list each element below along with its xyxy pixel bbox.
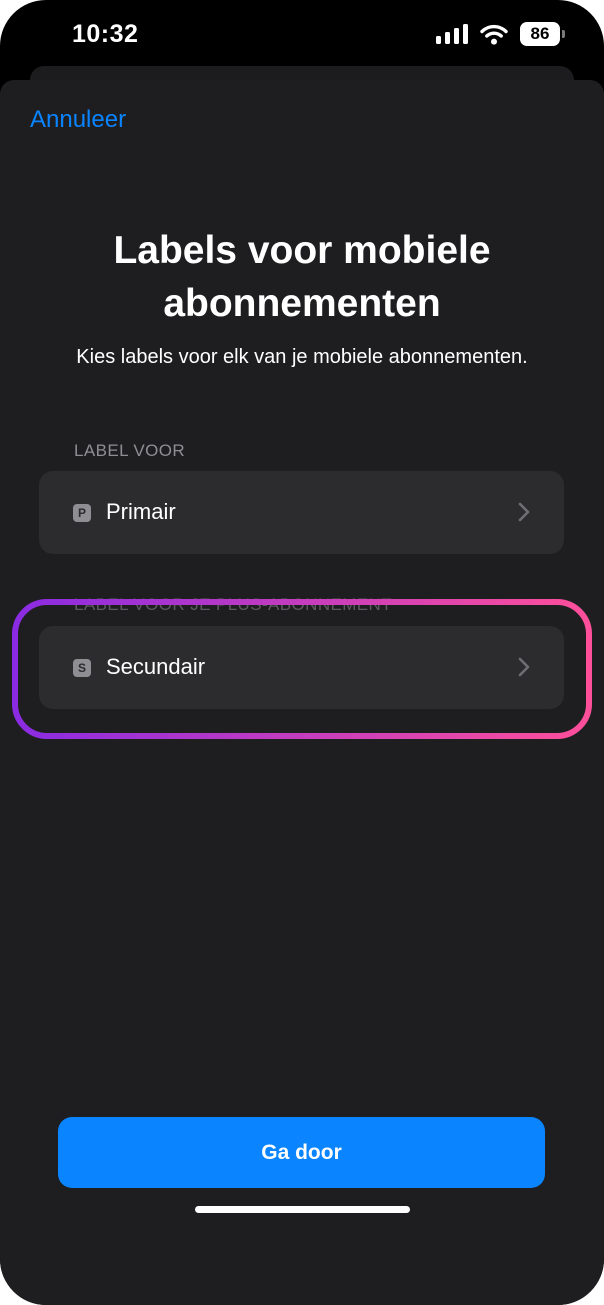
- continue-button[interactable]: Ga door: [58, 1117, 545, 1188]
- section-header-label-voor: LABEL VOOR: [74, 441, 186, 460]
- status-icons: 86: [436, 22, 565, 46]
- modal-sheet: Annuleer Labels voor mobiele abonnemente…: [0, 80, 604, 1305]
- cellular-signal-icon: [436, 24, 468, 44]
- plan-label: Primair: [106, 499, 176, 524]
- plan-label-row-secondary[interactable]: S Secundair: [39, 626, 564, 709]
- phone-screen: 10:32 86 Annuleer Labels voor mobiele ab…: [0, 0, 604, 1305]
- section-header-plus-abonnement: LABEL VOOR JE PLUS-ABONNEMENT: [74, 595, 392, 614]
- cancel-button[interactable]: Annuleer: [30, 106, 126, 134]
- chevron-right-icon: [518, 502, 530, 522]
- plan-badge-icon: P: [73, 504, 91, 522]
- battery-indicator: 86: [520, 22, 565, 46]
- wifi-icon: [480, 24, 508, 45]
- plan-badge-icon: S: [73, 659, 91, 677]
- status-time: 10:32: [72, 20, 139, 48]
- page-title: Labels voor mobiele abonnementen: [113, 229, 491, 325]
- plan-label: Secundair: [106, 654, 206, 679]
- chevron-right-icon: [518, 657, 530, 677]
- plan-label-row-primary[interactable]: P Primair: [39, 471, 564, 554]
- home-indicator: [195, 1206, 410, 1213]
- page-subtitle: Kies labels voor elk van je mobiele abon…: [76, 346, 528, 368]
